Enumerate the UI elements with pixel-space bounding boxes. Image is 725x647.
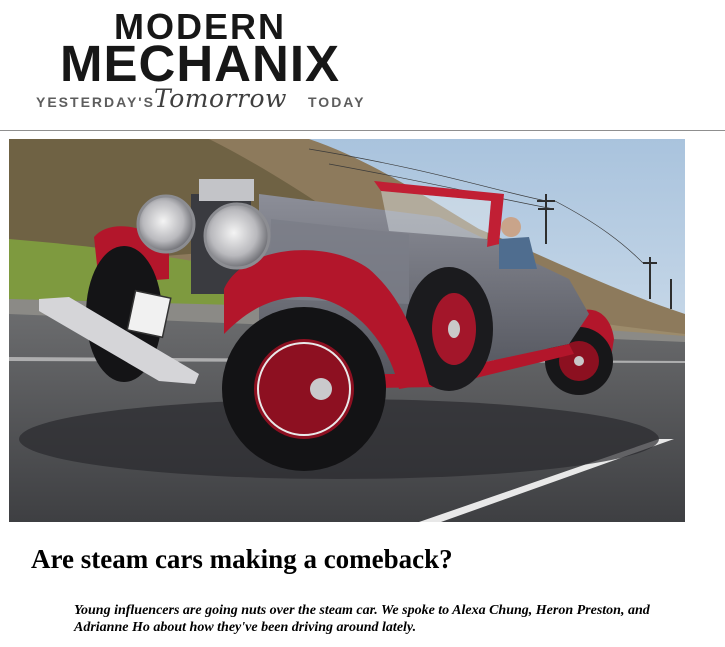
hero-image (9, 139, 685, 522)
site-logo[interactable]: MODERN MECHANIX YESTERDAY'S Tomorrow TOD… (36, 8, 366, 120)
tagline-tomorrow: Tomorrow (154, 84, 287, 113)
tagline-today: TODAY (308, 94, 366, 110)
article-dek: Young influencers are going nuts over th… (74, 603, 650, 635)
tagline-yesterdays: YESTERDAY'S (36, 94, 155, 110)
header-divider (0, 130, 725, 131)
logo-tagline: YESTERDAY'S Tomorrow TODAY (36, 84, 366, 118)
masthead: MODERN MECHANIX YESTERDAY'S Tomorrow TOD… (0, 0, 725, 130)
article-headline[interactable]: Are steam cars making a comeback? (31, 542, 711, 576)
